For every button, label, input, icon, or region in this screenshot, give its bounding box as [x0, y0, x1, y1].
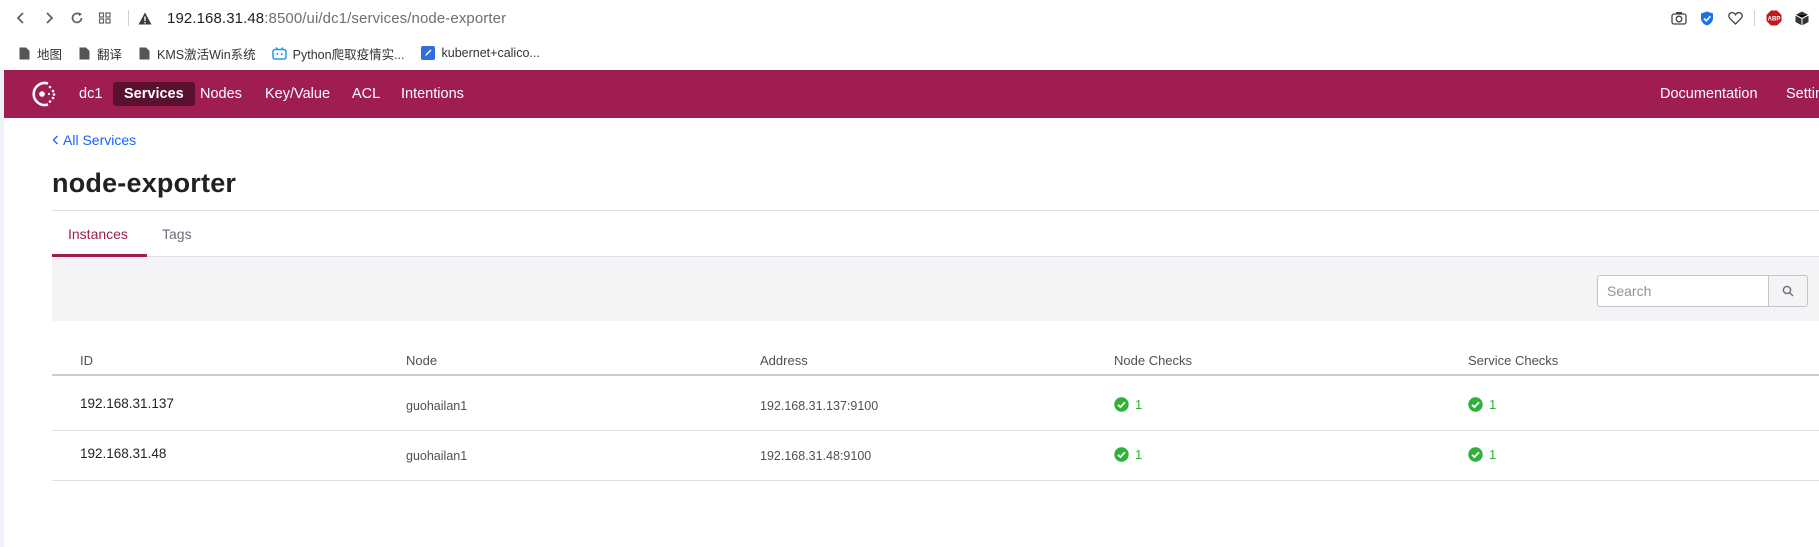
bookmark-item[interactable]: 地图 — [18, 44, 62, 63]
title-divider — [52, 210, 1819, 211]
cube-extension-icon[interactable] — [1793, 9, 1811, 27]
node-checks-status: 1 — [1114, 397, 1142, 412]
bookmark-item[interactable]: Python爬取疫情实... — [271, 44, 405, 63]
svg-text:ABP: ABP — [1768, 17, 1781, 23]
column-header-service-checks[interactable]: Service Checks — [1468, 353, 1558, 368]
table-row-node: guohailan1 — [406, 449, 468, 463]
shield-icon[interactable] — [1698, 9, 1716, 27]
back-to-services-link[interactable]: All Services — [52, 132, 136, 148]
browser-toolbar: 192.168.31.48:8500/ui/dc1/services/node-… — [0, 0, 1819, 36]
url-host: 192.168.31.48 — [167, 9, 265, 27]
search-input[interactable] — [1597, 275, 1768, 307]
node-checks-status: 1 — [1114, 447, 1142, 462]
nav-item-nodes[interactable]: Nodes — [189, 82, 253, 106]
table-row-id[interactable]: 192.168.31.48 — [80, 446, 166, 461]
url-path: :8500/ui/dc1/services/node-exporter — [264, 9, 507, 27]
datacenter-selector[interactable]: dc1 — [68, 82, 113, 106]
browser-extensions: ABP — [1670, 0, 1819, 36]
reload-icon[interactable] — [64, 5, 90, 31]
column-header-node-checks[interactable]: Node Checks — [1114, 353, 1192, 368]
check-circle-icon — [1468, 447, 1483, 462]
table-row-address: 192.168.31.137:9100 — [760, 399, 879, 413]
not-secure-warning-icon[interactable] — [137, 10, 153, 26]
bookmark-label: 地图 — [37, 47, 63, 62]
camera-icon[interactable] — [1670, 9, 1688, 27]
page-icon — [18, 46, 31, 60]
page-icon — [78, 46, 91, 60]
bilibili-icon — [271, 46, 287, 60]
apps-grid-icon[interactable] — [92, 5, 118, 31]
address-bar[interactable]: 192.168.31.48:8500/ui/dc1/services/node-… — [167, 10, 506, 27]
bookmark-item[interactable]: KMS激活Win系统 — [138, 44, 256, 63]
top-navigation: dc1 Services Nodes Key/Value ACL Intenti… — [4, 70, 1819, 118]
nav-item-acl[interactable]: ACL — [341, 82, 391, 106]
bookmark-item[interactable]: 翻译 — [78, 44, 122, 63]
column-header-address[interactable]: Address — [760, 353, 808, 368]
search-box — [1597, 275, 1808, 307]
back-link-label: All Services — [63, 132, 137, 148]
nav-item-services[interactable]: Services — [113, 82, 195, 106]
row-divider — [52, 480, 1819, 481]
page-title: node-exporter — [52, 168, 237, 198]
column-header-id[interactable]: ID — [80, 353, 93, 368]
bookmark-label: Python爬取疫情实... — [292, 47, 405, 62]
filter-bar — [52, 257, 1819, 321]
bookmark-label: 翻译 — [97, 47, 123, 62]
node-checks-count: 1 — [1135, 447, 1143, 462]
bookmark-label: kubernet+calico... — [441, 46, 540, 60]
pen-icon — [421, 46, 436, 60]
toolbar-divider — [1754, 10, 1755, 26]
nav-item-settings[interactable]: Settings — [1775, 82, 1819, 106]
table-row-address: 192.168.31.48:9100 — [760, 449, 872, 463]
forward-arrow-icon[interactable] — [36, 5, 62, 31]
heart-icon[interactable] — [1726, 9, 1744, 27]
nav-item-intentions[interactable]: Intentions — [390, 82, 475, 106]
node-checks-count: 1 — [1135, 397, 1143, 412]
chevron-left-icon — [52, 133, 59, 148]
search-button[interactable] — [1768, 275, 1808, 307]
consul-logo-icon[interactable] — [28, 79, 60, 109]
check-circle-icon — [1114, 447, 1129, 462]
adblock-icon[interactable]: ABP — [1765, 9, 1783, 27]
service-checks-status: 1 — [1468, 397, 1496, 412]
column-header-node[interactable]: Node — [406, 353, 437, 368]
service-checks-count: 1 — [1489, 447, 1497, 462]
page-icon — [138, 46, 151, 60]
service-checks-count: 1 — [1489, 397, 1497, 412]
back-arrow-icon[interactable] — [8, 5, 34, 31]
tab-instances[interactable]: Instances — [68, 226, 128, 242]
nav-item-documentation[interactable]: Documentation — [1649, 82, 1769, 106]
table-row-node: guohailan1 — [406, 399, 468, 413]
bookmark-label: KMS激活Win系统 — [157, 47, 256, 62]
row-divider — [52, 430, 1819, 431]
bookmarks-bar: 地图 翻译 KMS激活Win系统 Python爬取疫情实... kubernet… — [0, 36, 1819, 70]
left-edge-strip — [0, 70, 4, 547]
check-circle-icon — [1468, 397, 1483, 412]
bookmark-item[interactable]: kubernet+calico... — [421, 46, 540, 60]
nav-item-key-value[interactable]: Key/Value — [254, 82, 341, 106]
table-row-id[interactable]: 192.168.31.137 — [80, 396, 174, 411]
service-checks-status: 1 — [1468, 447, 1496, 462]
check-circle-icon — [1114, 397, 1129, 412]
search-icon — [1782, 285, 1794, 297]
toolbar-divider — [128, 10, 129, 26]
table-header-divider — [52, 374, 1819, 376]
tab-tags[interactable]: Tags — [162, 226, 192, 242]
